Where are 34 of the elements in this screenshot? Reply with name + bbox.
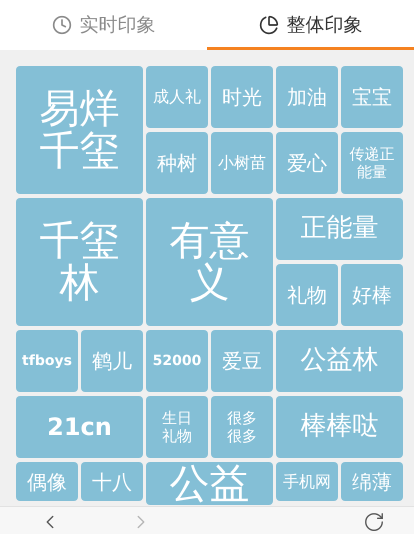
tag-tile[interactable]: 52000 — [146, 330, 208, 392]
tag-tile[interactable]: 有意义 — [146, 198, 273, 326]
tag-tile[interactable]: 爱心 — [276, 132, 338, 194]
tag-tile[interactable]: 鹤儿 — [81, 330, 143, 392]
tag-tile[interactable]: 公益 — [146, 462, 273, 505]
tab[interactable]: 实时印象 — [0, 0, 207, 50]
tag-tile[interactable]: 21cn — [16, 396, 143, 458]
tag-tile[interactable]: 宝宝 — [341, 66, 403, 128]
tag-tile[interactable]: 时光 — [211, 66, 273, 128]
tag-tile[interactable]: 爱豆 — [211, 330, 273, 392]
tag-tile[interactable]: 小树苗 — [211, 132, 273, 194]
tag-tile[interactable]: 绵薄 — [341, 462, 403, 501]
tag-tile[interactable]: 公益林 — [276, 330, 403, 392]
tag-tile[interactable]: 种树 — [146, 132, 208, 194]
tag-tile[interactable]: 好棒 — [341, 264, 403, 326]
tag-tile[interactable]: 十八 — [81, 462, 143, 501]
tag-tile[interactable]: 正能量 — [276, 198, 403, 260]
refresh-icon — [363, 511, 385, 533]
tag-tile[interactable]: 千玺林 — [16, 198, 143, 326]
pie-chart-icon — [258, 15, 278, 35]
tag-tile[interactable]: 成人礼 — [146, 66, 208, 128]
tag-tile[interactable]: tfboys — [16, 330, 78, 392]
tag-tile[interactable]: 手机网 — [276, 462, 338, 501]
tag-tile[interactable]: 偶像 — [16, 462, 78, 501]
tab[interactable]: 整体印象 — [207, 0, 414, 50]
tag-tile[interactable]: 棒棒哒 — [276, 396, 403, 458]
clock-icon — [52, 15, 72, 35]
tag-tile[interactable]: 很多很多 — [211, 396, 273, 458]
tag-tile[interactable]: 易烊千玺 — [16, 66, 143, 194]
tag-tile[interactable]: 礼物 — [276, 264, 338, 326]
tag-tile[interactable]: 生日礼物 — [146, 396, 208, 458]
refresh-button[interactable] — [363, 511, 385, 533]
tag-tile[interactable]: 传递正能量 — [341, 132, 403, 194]
tag-tile[interactable]: 加油 — [276, 66, 338, 128]
